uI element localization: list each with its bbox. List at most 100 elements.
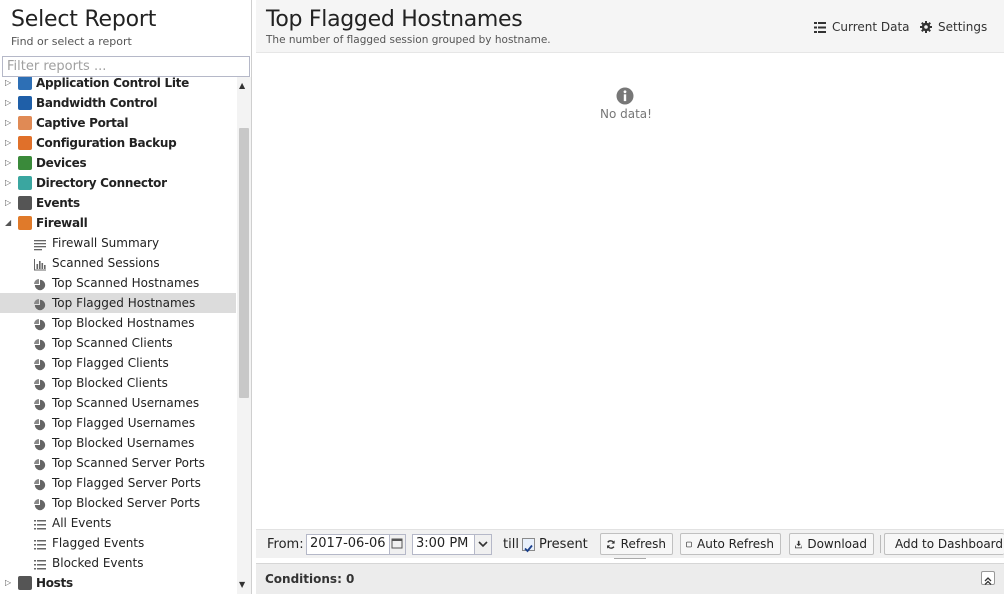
expand-arrow-icon[interactable]: ▷ xyxy=(5,193,15,213)
expand-arrow-icon[interactable]: ▷ xyxy=(5,153,15,173)
collapse-arrow-icon[interactable]: ◢ xyxy=(5,213,15,233)
pie-chart-icon xyxy=(34,277,47,291)
tree-category-label: Devices xyxy=(36,156,87,170)
tree-report-label: Top Flagged Server Ports xyxy=(52,476,201,490)
tree-report-item[interactable]: Top Flagged Clients xyxy=(0,353,236,373)
expand-arrow-icon[interactable]: ▷ xyxy=(5,93,15,113)
add-to-dashboard-label: Add to Dashboard xyxy=(895,537,1004,551)
tree-report-item[interactable]: Flagged Events xyxy=(0,533,236,553)
tree-category-label: Directory Connector xyxy=(36,176,167,190)
tree-report-label: All Events xyxy=(52,516,112,530)
captive-portal-icon xyxy=(18,116,32,130)
report-selector-header: Select Report Find or select a report xyxy=(0,0,251,56)
checkmark-icon xyxy=(524,544,533,553)
list-icon xyxy=(34,517,47,530)
conditions-label: Conditions: 0 xyxy=(265,572,355,586)
tree-scrollbar-thumb[interactable] xyxy=(239,128,249,398)
hosts-icon xyxy=(18,576,32,590)
tree-report-label: Top Scanned Usernames xyxy=(52,396,200,410)
scroll-up-arrow-icon[interactable]: ▲ xyxy=(239,81,245,90)
pie-chart-icon xyxy=(34,417,47,431)
refresh-button[interactable]: Refresh xyxy=(600,533,673,555)
scroll-down-arrow-icon[interactable]: ▼ xyxy=(239,580,245,589)
download-icon xyxy=(795,540,803,548)
tree-category-devices[interactable]: ▷ Devices xyxy=(0,153,236,173)
pie-chart-icon xyxy=(34,357,47,371)
tree-report-item[interactable]: Top Blocked Server Ports xyxy=(0,493,236,513)
tree-category-directory-connector[interactable]: ▷ Directory Connector xyxy=(0,173,236,193)
expand-arrow-icon[interactable]: ▷ xyxy=(5,133,15,153)
current-data-button[interactable]: Current Data xyxy=(814,20,910,34)
directory-connector-icon xyxy=(18,176,32,190)
tree-report-label: Top Blocked Usernames xyxy=(52,436,195,450)
tree-report-item[interactable]: Top Blocked Clients xyxy=(0,373,236,393)
time-select[interactable]: 3:00 PM xyxy=(412,534,492,555)
report-content-area: No data! xyxy=(256,53,996,529)
tree-report-item[interactable]: Firewall Summary xyxy=(0,233,236,253)
expand-arrow-icon[interactable]: ▷ xyxy=(5,113,15,133)
from-label: From: xyxy=(267,537,304,552)
tree-report-item[interactable]: Top Blocked Usernames xyxy=(0,433,236,453)
add-to-dashboard-button[interactable]: Add to Dashboard xyxy=(884,533,1004,555)
report-selector-title: Select Report xyxy=(11,7,157,32)
tree-report-item[interactable]: Scanned Sessions xyxy=(0,253,236,273)
tree-report-label: Top Flagged Hostnames xyxy=(52,296,196,310)
firewall-icon xyxy=(18,216,32,230)
tree-category-hosts[interactable]: ▷ Hosts xyxy=(0,573,236,593)
present-label: Present xyxy=(539,537,588,552)
date-field[interactable]: 2017-06-06 xyxy=(306,534,406,555)
download-button[interactable]: Download xyxy=(789,533,874,555)
expand-arrow-icon[interactable]: ▷ xyxy=(5,173,15,193)
tree-report-label: Blocked Events xyxy=(52,556,144,570)
tree-report-item[interactable]: Top Flagged Hostnames xyxy=(0,293,236,313)
expand-arrow-icon[interactable]: ▷ xyxy=(5,573,15,593)
date-value: 2017-06-06 xyxy=(310,536,386,551)
auto-refresh-label: Auto Refresh xyxy=(697,537,774,551)
tree-report-item[interactable]: Blocked Events xyxy=(0,553,236,573)
tree-category-captive-portal[interactable]: ▷ Captive Portal xyxy=(0,113,236,133)
table-list-icon xyxy=(814,21,826,33)
tree-report-item[interactable]: Top Scanned Hostnames xyxy=(0,273,236,293)
present-checkbox[interactable] xyxy=(522,538,535,553)
filter-reports-input[interactable] xyxy=(2,56,250,77)
tree-category-firewall[interactable]: ◢ Firewall xyxy=(0,213,236,233)
report-selector-panel: Select Report Find or select a report ▷ A… xyxy=(0,0,252,594)
tree-report-label: Top Scanned Hostnames xyxy=(52,276,200,290)
info-icon xyxy=(616,87,634,105)
tree-report-item[interactable]: Top Scanned Usernames xyxy=(0,393,236,413)
tree-category-label: Bandwidth Control xyxy=(36,96,158,110)
tree-report-label: Top Blocked Server Ports xyxy=(52,496,201,510)
pie-chart-icon xyxy=(34,497,47,511)
collapse-conditions-button[interactable] xyxy=(981,571,995,585)
tree-report-item[interactable]: All Events xyxy=(0,513,236,533)
tree-report-label: Top Flagged Clients xyxy=(52,356,169,370)
settings-button[interactable]: Settings xyxy=(920,20,987,34)
calendar-icon[interactable] xyxy=(389,535,405,554)
tree-report-item[interactable]: Top Blocked Hostnames xyxy=(0,313,236,333)
chevron-down-icon[interactable] xyxy=(474,535,491,554)
tree-category-events[interactable]: ▷ Events xyxy=(0,193,236,213)
list-icon xyxy=(34,537,47,550)
auto-refresh-button[interactable]: Auto Refresh xyxy=(680,533,781,555)
pie-chart-icon xyxy=(34,477,47,491)
tree-report-label: Top Scanned Clients xyxy=(52,336,173,350)
pie-chart-icon xyxy=(34,397,47,411)
tree-category-application-control-lite[interactable]: ▷ Application Control Lite xyxy=(0,77,236,93)
tree-category-configuration-backup[interactable]: ▷ Configuration Backup xyxy=(0,133,236,153)
report-description: The number of flagged session grouped by… xyxy=(266,34,551,46)
tree-report-item[interactable]: Top Flagged Server Ports xyxy=(0,473,236,493)
tree-category-label: Captive Portal xyxy=(36,116,129,130)
application-control-lite-icon xyxy=(18,77,32,90)
current-data-label: Current Data xyxy=(832,20,910,34)
download-label: Download xyxy=(807,537,867,551)
settings-label: Settings xyxy=(938,20,988,34)
tree-report-label: Top Blocked Hostnames xyxy=(52,316,195,330)
tree-category-bandwidth-control[interactable]: ▷ Bandwidth Control xyxy=(0,93,236,113)
tree-report-item[interactable]: Top Scanned Clients xyxy=(0,333,236,353)
events-icon xyxy=(18,196,32,210)
time-value: 3:00 PM xyxy=(416,536,469,551)
tree-report-item[interactable]: Top Flagged Usernames xyxy=(0,413,236,433)
tree-report-item[interactable]: Top Scanned Server Ports xyxy=(0,453,236,473)
expand-arrow-icon[interactable]: ▷ xyxy=(5,77,15,93)
report-selector-subtitle: Find or select a report xyxy=(11,35,132,48)
